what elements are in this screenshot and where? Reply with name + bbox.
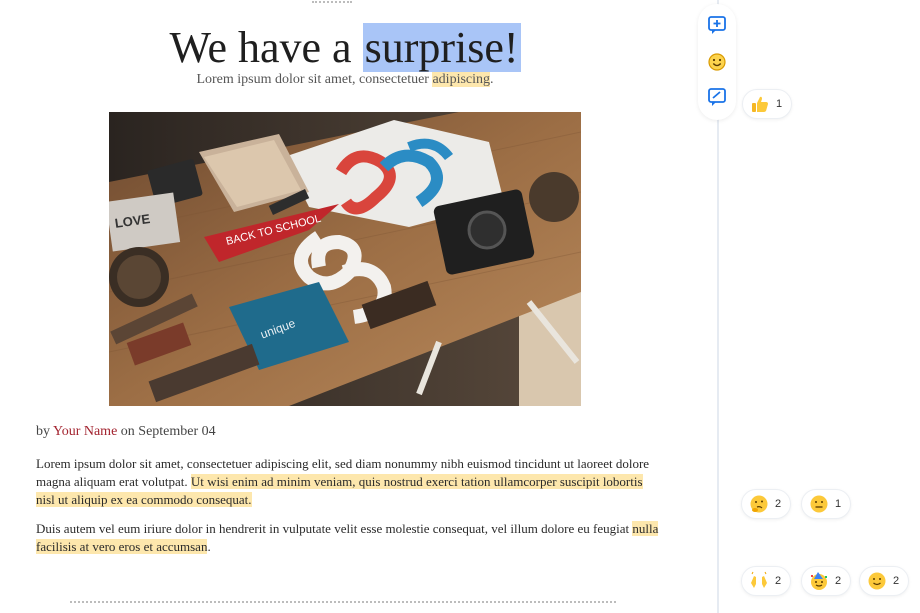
document-subtitle[interactable]: Lorem ipsum dolor sit amet, consectetuer… [0,70,690,90]
title-selected-text[interactable]: surprise! [362,23,521,72]
subtitle-text: Lorem ipsum dolor sit amet, consectetuer [196,72,433,87]
document-page: We have a surprise! Lorem ipsum dolor si… [0,0,695,613]
subtitle-highlight[interactable]: adipiscing [432,72,491,87]
thinking-face-icon [750,495,768,513]
suggest-edit-button[interactable] [706,86,728,108]
byline: by Your Name on September 04 [36,423,216,441]
reaction-count: 2 [775,575,782,587]
reaction-smiling[interactable]: 2 [859,566,910,596]
top-divider [312,1,352,3]
reaction-raised-hands[interactable]: 2 [741,566,792,596]
confused-face-icon [810,495,828,513]
paragraph-2[interactable]: Duis autem vel eum iriure dolor in hendr… [36,520,661,556]
reaction-count: 2 [835,575,842,587]
suggest-edit-icon [708,88,726,106]
reaction-count: 2 [893,575,900,587]
add-comment-icon [708,16,726,34]
publish-date: September 04 [138,424,216,439]
emoji-reaction-button[interactable] [706,51,728,73]
reaction-count: 2 [775,498,782,510]
raised-hands-icon [751,571,767,588]
title-prefix: We have a [169,23,363,72]
reaction-party[interactable]: 2 [801,566,852,596]
workspace-flatlay-illustration: LOVE BACK TO SCHOOL unique [109,112,581,406]
reaction-count: 1 [835,498,842,510]
document-title[interactable]: We have a surprise! [0,22,690,74]
reaction-confused[interactable]: 1 [801,489,852,519]
subtitle-suffix: . [490,72,494,87]
byline-prefix: by [36,424,53,439]
paragraph-1[interactable]: Lorem ipsum dolor sit amet, consectetuer… [36,455,661,509]
byline-middle: on [117,424,139,439]
reaction-count: 1 [776,98,783,110]
party-face-icon [811,572,827,590]
floating-toolbar [698,4,736,120]
smiling-face-icon [868,572,886,590]
paragraph-2-text: Duis autem vel eum iriure dolor in hendr… [36,521,633,536]
bottom-divider [70,601,616,603]
author-link[interactable]: Your Name [53,424,117,439]
reaction-thumbs-up[interactable]: 1 [742,89,793,119]
thumbs-up-icon [752,96,768,112]
add-comment-button[interactable] [706,14,728,36]
emoji-reaction-icon [708,53,726,71]
paragraph-2-suffix: . [207,539,211,554]
reaction-thinking[interactable]: 2 [741,489,792,519]
hero-image[interactable]: LOVE BACK TO SCHOOL unique [109,112,581,406]
